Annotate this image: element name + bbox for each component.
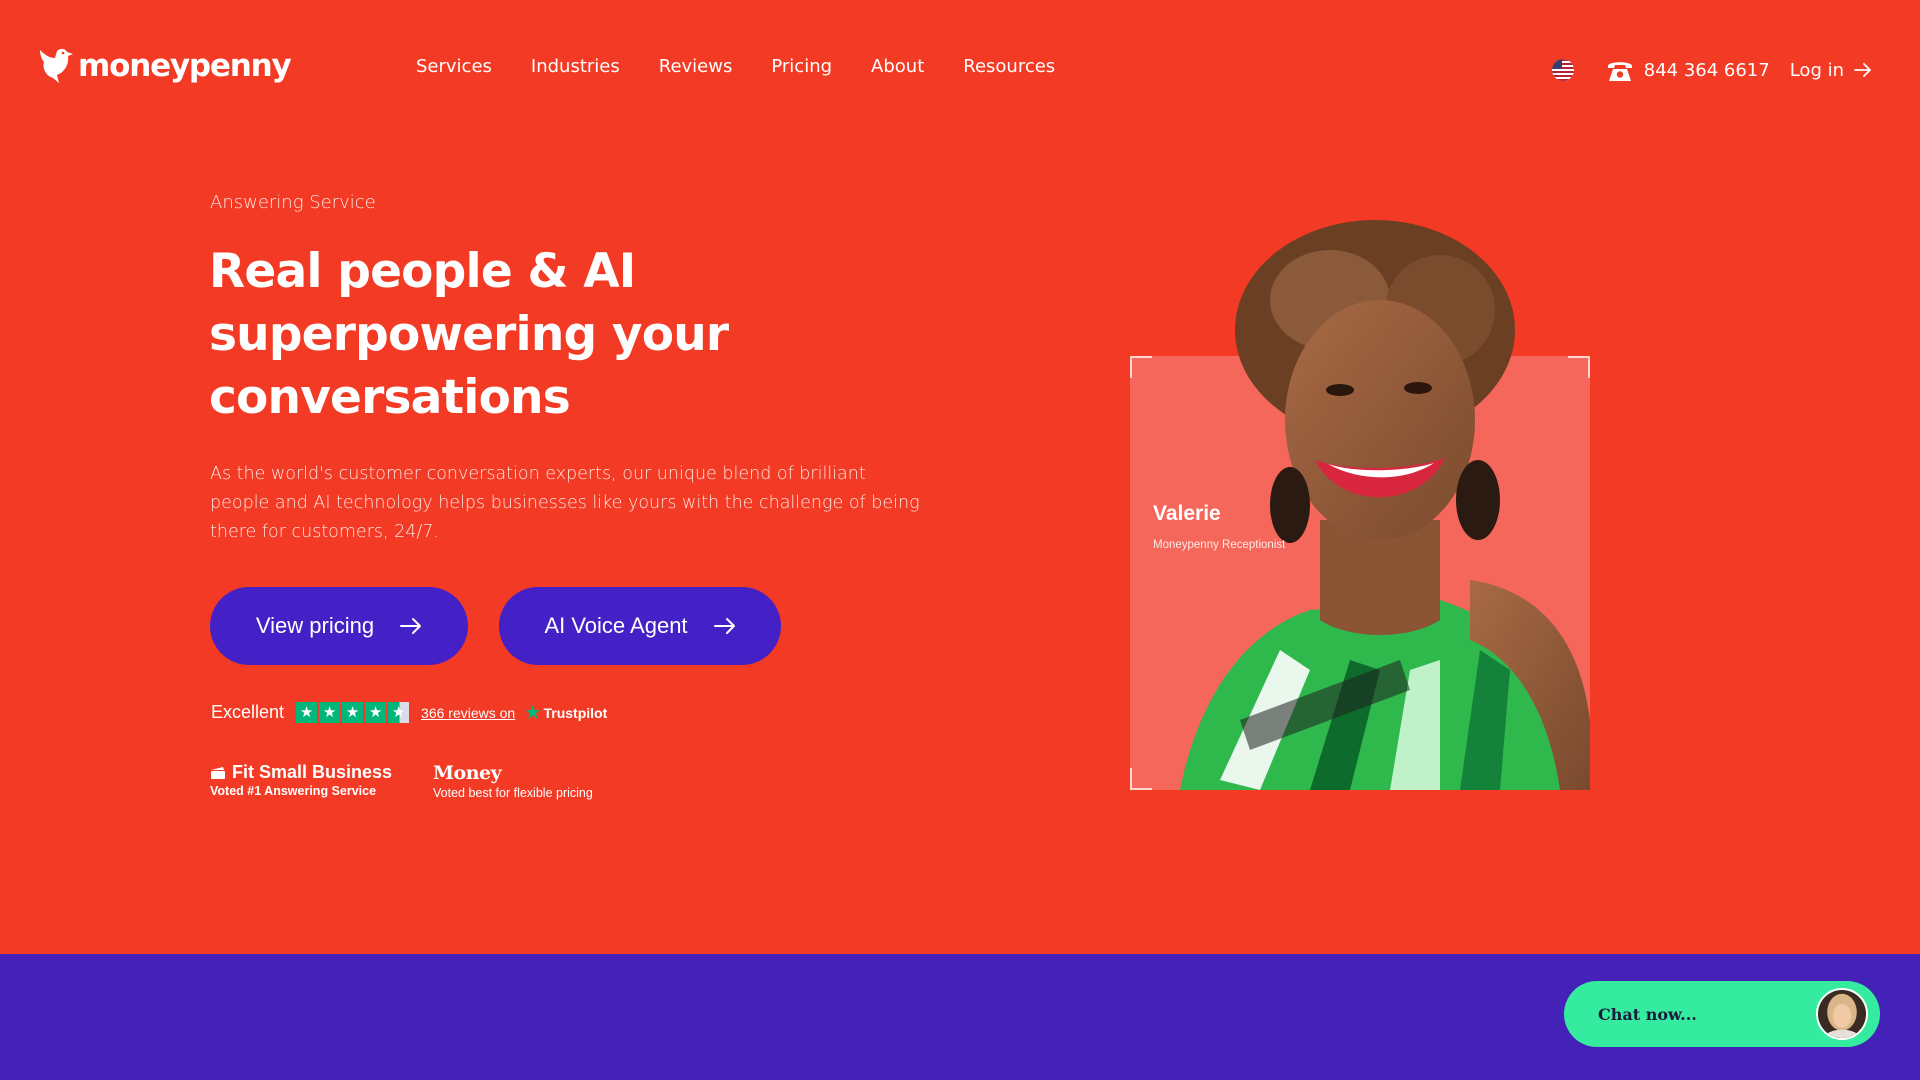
star-icon: ★ — [342, 702, 364, 723]
us-flag-icon[interactable] — [1551, 59, 1574, 81]
hero-description: As the world's customer conversation exp… — [210, 464, 920, 542]
trustpilot-rating-word: Excellent — [211, 702, 285, 722]
main-nav: Services Industries Reviews Pricing Abou… — [416, 56, 1055, 77]
telephone-icon — [1607, 62, 1632, 81]
nav-item-about[interactable]: About — [871, 56, 924, 77]
fsb-subtitle: Voted #1 Answering Service — [210, 784, 377, 798]
view-pricing-button[interactable]: View pricing — [210, 587, 468, 665]
nav-item-resources[interactable]: Resources — [963, 56, 1055, 77]
phone-number[interactable]: 844 364 6617 — [1644, 60, 1770, 81]
login-label: Log in — [1789, 59, 1844, 81]
award-money: Money Voted best for flexible pricing — [433, 762, 593, 800]
hero-eyebrow: Answering Service — [210, 192, 376, 213]
arrow-right-icon — [1854, 63, 1871, 77]
moneypenny-logo[interactable]: moneypenny — [38, 44, 292, 88]
award-fit-small-business: Fit Small Business Voted #1 Answering Se… — [210, 762, 392, 798]
arrow-right-icon — [400, 618, 422, 634]
trustpilot-reviews-link[interactable]: 366 reviews on — [421, 705, 515, 721]
header-actions: 844 364 6617 Log in — [1551, 52, 1872, 88]
receptionist-name: Valerie — [1153, 502, 1221, 525]
ai-voice-agent-label: AI Voice Agent — [544, 613, 688, 638]
trustpilot-logo[interactable]: ★ Trustpilot — [525, 703, 607, 723]
nav-item-pricing[interactable]: Pricing — [771, 56, 832, 77]
nav-item-reviews[interactable]: Reviews — [659, 56, 733, 77]
chat-agent-avatar — [1816, 988, 1868, 1040]
fsb-logo: Fit Small Business — [210, 762, 392, 783]
login-link[interactable]: Log in — [1790, 60, 1872, 81]
view-pricing-label: View pricing — [255, 613, 375, 638]
nav-item-services[interactable]: Services — [416, 56, 492, 77]
chat-now-widget[interactable]: Chat now... — [1564, 981, 1880, 1047]
money-subtitle: Voted best for flexible pricing — [433, 786, 593, 800]
star-icon: ★ — [296, 702, 318, 723]
fsb-name: Fit Small Business — [232, 762, 393, 782]
wallet-icon — [211, 766, 225, 779]
hero-title: Real people & AI superpowering your conv… — [209, 244, 729, 425]
chat-now-label: Chat now... — [1598, 1004, 1697, 1024]
logo-text: moneypenny — [78, 48, 292, 84]
receptionist-role: Moneypenny Receptionist — [1153, 539, 1286, 551]
trustpilot-brand: Trustpilot — [543, 704, 608, 721]
star-icon: ★ — [365, 702, 387, 723]
trustpilot-widget: Excellent ★ ★ ★ ★ ★ 366 reviews on ★ Tru… — [211, 702, 607, 723]
trustpilot-stars: ★ ★ ★ ★ ★ — [296, 702, 410, 723]
half-star-icon: ★ — [388, 702, 410, 723]
trustpilot-star-icon: ★ — [525, 702, 541, 722]
star-icon: ★ — [319, 702, 341, 723]
site-header: moneypenny Services Industries Reviews P… — [0, 0, 1920, 140]
dove-icon — [40, 48, 73, 83]
nav-item-industries[interactable]: Industries — [531, 56, 620, 77]
money-logo: Money — [433, 762, 502, 784]
arrow-right-icon — [713, 618, 735, 634]
ai-voice-agent-button[interactable]: AI Voice Agent — [499, 587, 781, 665]
